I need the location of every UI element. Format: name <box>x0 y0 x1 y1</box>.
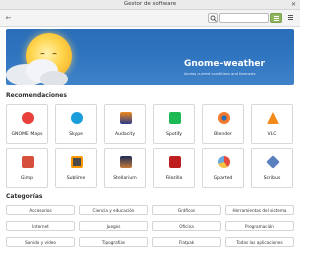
filezilla-icon <box>169 156 181 168</box>
gparted-icon <box>218 156 230 168</box>
skype-icon <box>71 112 83 124</box>
featured-banner[interactable]: Gnome-weather Access current conditions … <box>6 29 294 85</box>
app-label: VLC <box>267 132 277 137</box>
toolbar: ← <box>0 10 300 27</box>
cloud-icon <box>6 59 68 85</box>
app-label: Stellarium <box>113 176 137 181</box>
category-button[interactable]: Programación <box>225 221 294 231</box>
hamburger-menu-button[interactable] <box>270 13 282 23</box>
app-label: Skype <box>69 132 83 137</box>
app-label: Blender <box>214 132 232 137</box>
category-button[interactable]: Sonido y vídeo <box>6 237 75 247</box>
categories-heading: Categorías <box>6 193 43 200</box>
banner-title: Gnome-weather <box>184 59 265 69</box>
category-button[interactable]: Tipografías <box>79 237 148 247</box>
recommendations-heading: Recomendaciones <box>6 92 67 99</box>
category-button[interactable]: Gráficos <box>152 205 221 215</box>
app-tile-blender[interactable]: Blender <box>202 104 244 144</box>
back-arrow-icon[interactable]: ← <box>4 14 13 23</box>
app-tile-spotify[interactable]: Spotify <box>153 104 195 144</box>
window-title: Gestor de software <box>123 1 177 7</box>
app-tile-gnome-maps[interactable]: GNOME Maps <box>6 104 48 144</box>
category-button[interactable]: Flatpak <box>152 237 221 247</box>
app-label: Scribus <box>263 176 281 181</box>
gnome-maps-icon <box>22 112 34 124</box>
spotify-icon <box>169 112 181 124</box>
vlc-icon <box>267 112 279 124</box>
category-button[interactable]: Juegos <box>79 221 148 231</box>
category-button[interactable]: Accesorios <box>6 205 75 215</box>
audacity-icon <box>120 112 132 124</box>
stellarium-icon <box>120 156 132 168</box>
app-label: Filezilla <box>165 176 183 181</box>
app-tile-sublime[interactable]: Sublime <box>55 148 97 188</box>
category-button[interactable]: Todas las aplicaciones <box>225 237 294 247</box>
app-label: Spotify <box>166 132 182 137</box>
search-toggle-button[interactable] <box>208 13 218 23</box>
search-input[interactable] <box>219 13 269 23</box>
gimp-icon <box>22 156 34 168</box>
blender-icon <box>218 112 230 124</box>
app-tile-gimp[interactable]: Gimp <box>6 148 48 188</box>
category-button[interactable]: Oficina <box>152 221 221 231</box>
app-label: GNOME Maps <box>11 132 43 137</box>
overflow-menu-icon[interactable] <box>287 14 295 22</box>
category-button[interactable]: Internet <box>6 221 75 231</box>
app-label: Sublime <box>66 176 86 181</box>
category-button[interactable]: Ciencia y educación <box>79 205 148 215</box>
app-label: Gimp <box>20 176 34 181</box>
app-tile-filezilla[interactable]: Filezilla <box>153 148 195 188</box>
app-tile-vlc[interactable]: VLC <box>251 104 293 144</box>
app-tile-stellarium[interactable]: Stellarium <box>104 148 146 188</box>
title-bar: Gestor de software ✕ <box>0 0 300 10</box>
close-icon[interactable]: ✕ <box>291 1 296 8</box>
sublime-icon <box>71 156 83 168</box>
app-tile-scribus[interactable]: Scribus <box>251 148 293 188</box>
scribus-icon <box>266 155 280 169</box>
app-tile-audacity[interactable]: Audacity <box>104 104 146 144</box>
app-label: Audacity <box>114 132 136 137</box>
app-tile-skype[interactable]: Skype <box>55 104 97 144</box>
banner-subtitle: Access current conditions and forecasts <box>184 72 256 76</box>
app-label: Gparted <box>213 176 233 181</box>
search-icon <box>210 15 217 22</box>
category-button[interactable]: Herramientas del sistema <box>225 205 294 215</box>
app-tile-gparted[interactable]: Gparted <box>202 148 244 188</box>
